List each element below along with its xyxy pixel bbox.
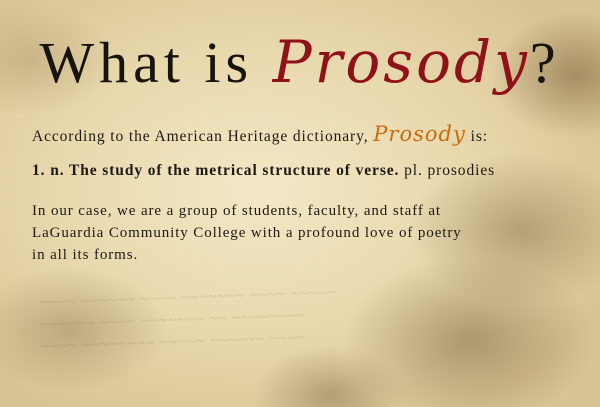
page-title: What is Prosody? bbox=[0, 22, 600, 103]
description-line: in all its forms. bbox=[32, 247, 139, 263]
definition-bold-text: 1. n. The study of the metrical structur… bbox=[32, 162, 400, 179]
description-paragraph: In our case, we are a group of students,… bbox=[32, 200, 552, 266]
title-accent-word: Prosody bbox=[272, 28, 530, 96]
title-prefix: What is bbox=[39, 30, 254, 95]
title-suffix: ? bbox=[529, 30, 561, 95]
definition-plural: pl. prosodies bbox=[404, 162, 496, 179]
description-line: LaGuardia Community College with a profo… bbox=[32, 225, 462, 241]
definition-intro-accent-word: Prosody bbox=[373, 122, 466, 146]
definition-entry: 1. n. The study of the metrical structur… bbox=[32, 162, 495, 180]
definition-intro-before: According to the American Heritage dicti… bbox=[32, 128, 369, 145]
definition-intro-after: is: bbox=[470, 128, 488, 145]
definition-intro: According to the American Heritage dicti… bbox=[32, 122, 488, 146]
description-line: In our case, we are a group of students,… bbox=[32, 203, 442, 219]
